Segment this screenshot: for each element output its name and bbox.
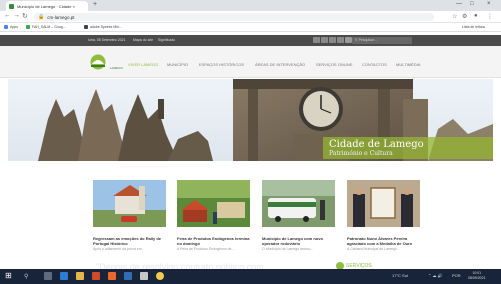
bookmark-apps[interactable]: Apps bbox=[4, 25, 18, 29]
news-headline[interactable]: Município de Lamego com novo operador ro… bbox=[262, 236, 335, 246]
hero-caption-subtitle: Património e Cultura bbox=[329, 150, 393, 157]
facebook-icon[interactable] bbox=[313, 37, 320, 43]
nav-areas-intervencao[interactable]: ÁREAS DE INTERVENÇÃO bbox=[255, 62, 305, 67]
clock-date: 08/09/2021 bbox=[468, 276, 486, 280]
browser-tab[interactable]: Município de Lamego · Cidade × bbox=[6, 1, 88, 11]
site-header: LAMEGO VIVER LAMEGO MUNICÍPIO ESPAÇOS HI… bbox=[0, 46, 501, 78]
twitter-icon[interactable] bbox=[321, 37, 328, 43]
news-snippet: O Município de Lamego deixou... bbox=[262, 247, 314, 251]
news-card[interactable]: Patronato Nuno Álvares Pereira agraciado… bbox=[347, 180, 420, 251]
close-window-button[interactable]: × bbox=[487, 1, 491, 7]
maximize-button[interactable]: □ bbox=[470, 1, 474, 7]
hero-caption-title: Cidade de Lamego bbox=[329, 139, 424, 150]
reload-icon[interactable]: ↻ bbox=[22, 12, 28, 20]
taskbar-search-icon[interactable]: ⚲ bbox=[24, 273, 28, 280]
office-icon[interactable] bbox=[92, 272, 100, 280]
menu-dots-icon[interactable]: ⋮ bbox=[487, 13, 493, 20]
edge-icon[interactable] bbox=[60, 272, 68, 280]
nav-municipio[interactable]: MUNICÍPIO bbox=[167, 62, 188, 67]
bookmark-item[interactable]: adobe Speeks Min... bbox=[84, 25, 122, 29]
word-icon[interactable] bbox=[124, 272, 132, 280]
profile-icon[interactable]: ● bbox=[474, 13, 478, 19]
forward-icon[interactable]: → bbox=[13, 12, 20, 19]
site-favicon-icon bbox=[9, 3, 14, 9]
news-snippet: Após o adiamento da prova em... bbox=[93, 247, 145, 251]
meaning-link[interactable]: Significado bbox=[158, 38, 175, 42]
lock-icon: 🔒 bbox=[38, 14, 45, 20]
address-bar-row: ← → ↻ 🔒 cm-lamego.pt ☆ ⚙ ● ⋮ bbox=[0, 11, 501, 23]
bookmark-label: Apps bbox=[10, 25, 18, 29]
nav-espacos-historicos[interactable]: ESPAÇOS HISTÓRICOS bbox=[199, 62, 244, 67]
news-snippet: A Feira de Produtos Endógenos de... bbox=[177, 247, 235, 251]
bookmark-favicon-icon bbox=[26, 25, 30, 29]
news-thumbnail bbox=[93, 180, 166, 227]
tab-title: Município de Lamego · Cidade × bbox=[17, 3, 75, 9]
task-view-icon[interactable] bbox=[44, 272, 52, 280]
bookmark-favicon-icon bbox=[84, 25, 88, 29]
site-search-input[interactable]: ⚲ Pesquisar... bbox=[352, 37, 412, 44]
sitemap-link[interactable]: Mapa do site bbox=[133, 38, 153, 42]
news-headline[interactable]: Regressam as emoções do Rally de Portuga… bbox=[93, 236, 166, 246]
news-thumbnail bbox=[262, 180, 335, 227]
hero-banner[interactable]: Cidade de Lamego Património e Cultura bbox=[8, 79, 493, 161]
instagram-icon[interactable] bbox=[337, 37, 344, 43]
logo-text: LAMEGO bbox=[110, 66, 123, 70]
browser-tabstrip: Município de Lamego · Cidade × + — □ × bbox=[0, 0, 501, 11]
nav-contactos[interactable]: CONTACTOS bbox=[362, 62, 387, 67]
new-tab-button[interactable]: + bbox=[93, 1, 97, 8]
site-topbar: Ioria, 08 Setembro 2021 Mapa do site Sig… bbox=[0, 35, 501, 46]
news-headline[interactable]: Feira de Produtos Endógenos termina no d… bbox=[177, 236, 250, 246]
hero-caption: Cidade de Lamego Património e Cultura bbox=[323, 137, 493, 159]
bookmark-label: FAH_SALM – Goog... bbox=[32, 25, 66, 29]
url-field[interactable]: 🔒 cm-lamego.pt bbox=[34, 13, 434, 21]
back-icon[interactable]: ← bbox=[4, 12, 11, 19]
language-indicator[interactable]: POR bbox=[452, 273, 461, 278]
search-icon: ⚲ bbox=[355, 38, 358, 42]
rss-icon[interactable] bbox=[345, 37, 352, 43]
nav-viver-lamego[interactable]: VIVER LAMEGO bbox=[128, 62, 158, 67]
youtube-icon[interactable] bbox=[329, 37, 336, 43]
star-icon[interactable]: ☆ bbox=[452, 13, 457, 20]
clock[interactable]: 10:01 08/09/2021 bbox=[468, 271, 486, 281]
nav-servicos-online[interactable]: SERVIÇOS ONLINE bbox=[316, 62, 353, 67]
news-card[interactable]: Município de Lamego com novo operador ro… bbox=[262, 180, 335, 251]
lamego-logo-icon[interactable] bbox=[88, 54, 108, 70]
file-explorer-icon[interactable] bbox=[76, 272, 84, 280]
windows-taskbar: ⊞ ⚲ 17°C Sol ⌃ ☁ 🔊 POR 10:01 08/09/2021 bbox=[0, 269, 501, 284]
news-thumbnail bbox=[177, 180, 250, 227]
bookmark-label: adobe Speeks Min... bbox=[90, 25, 122, 29]
settings-icon[interactable] bbox=[140, 272, 148, 280]
news-card[interactable]: Regressam as emoções do Rally de Portuga… bbox=[93, 180, 166, 251]
news-headline[interactable]: Patronato Nuno Álvares Pereira agraciado… bbox=[347, 236, 420, 246]
news-card[interactable]: Feira de Produtos Endógenos termina no d… bbox=[177, 180, 250, 251]
windows-start-icon[interactable]: ⊞ bbox=[5, 271, 13, 280]
reading-list[interactable]: Lista de leitura bbox=[462, 25, 485, 29]
extensions-icon[interactable]: ⚙ bbox=[462, 13, 467, 20]
nav-multimedia[interactable]: MULTIMÉDIA bbox=[396, 62, 420, 67]
news-snippet: A Câmara Municipal de Lamego... bbox=[347, 247, 400, 251]
weather-text[interactable]: 17°C Sol bbox=[392, 273, 408, 278]
firefox-icon[interactable] bbox=[108, 272, 116, 280]
bookmarks-bar: Apps FAH_SALM – Goog... adobe Speeks Min… bbox=[0, 23, 501, 32]
reading-list-label: Lista de leitura bbox=[462, 25, 485, 29]
bookmark-item[interactable]: FAH_SALM – Goog... bbox=[26, 25, 66, 29]
apps-icon bbox=[4, 25, 8, 29]
minimize-button[interactable]: — bbox=[456, 1, 462, 7]
url-text: cm-lamego.pt bbox=[47, 14, 75, 20]
chrome-icon[interactable] bbox=[156, 272, 164, 280]
current-date: Ioria, 08 Setembro 2021 bbox=[88, 38, 126, 42]
search-placeholder: Pesquisar... bbox=[358, 38, 377, 42]
tray-icons[interactable]: ⌃ ☁ 🔊 bbox=[428, 273, 443, 278]
news-thumbnail bbox=[347, 180, 420, 227]
